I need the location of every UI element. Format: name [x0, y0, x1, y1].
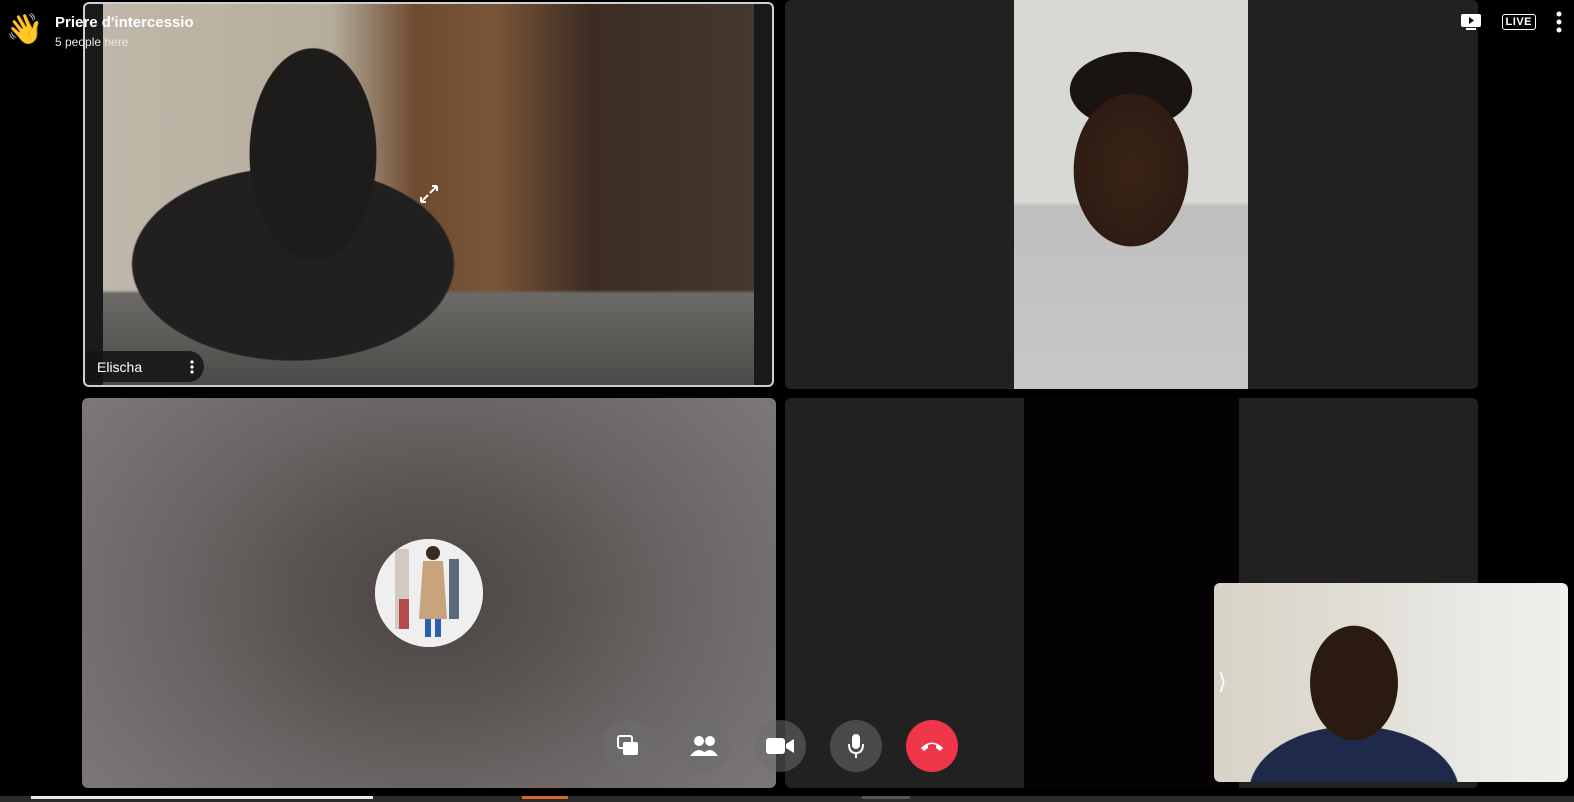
participant-name: Elischa — [97, 358, 143, 375]
end-call-button[interactable] — [906, 720, 958, 772]
top-right-toolbar: LIVE — [1460, 0, 1574, 44]
taskbar-item[interactable] — [31, 796, 373, 799]
taskbar — [0, 796, 1574, 802]
participant-video — [1024, 398, 1239, 788]
live-badge: LIVE — [1501, 14, 1536, 30]
switch-view-button[interactable] — [602, 720, 654, 772]
more-options-button[interactable] — [1556, 11, 1562, 33]
taskbar-item[interactable] — [862, 796, 910, 799]
participant-more-icon[interactable] — [190, 359, 194, 374]
wave-emoji-icon: 👋 — [6, 13, 44, 46]
more-vert-icon — [1556, 11, 1562, 33]
microphone-button[interactable] — [830, 720, 882, 772]
call-title: Priere d'intercessio — [55, 14, 194, 31]
camera-icon — [766, 738, 794, 754]
participant-tile[interactable] — [785, 0, 1478, 389]
live-button[interactable]: LIVE — [1501, 14, 1536, 30]
participant-video — [1014, 0, 1248, 389]
end-call-icon — [921, 742, 943, 751]
avatar — [375, 539, 483, 647]
screen-share-icon — [1460, 14, 1481, 30]
taskbar-item[interactable] — [522, 796, 568, 799]
expand-icon[interactable] — [417, 182, 441, 206]
participant-tile-elischa[interactable]: Elischa — [83, 2, 774, 387]
switch-view-icon — [617, 735, 638, 755]
collapse-self-view-icon[interactable]: ⟩ — [1218, 669, 1227, 695]
call-header: 👋 Priere d'intercessio 5 people here — [0, 0, 300, 56]
participants-button[interactable] — [678, 720, 730, 772]
avatar-photo — [375, 539, 483, 647]
participant-count: 5 people here — [55, 35, 129, 49]
screen-share-button[interactable] — [1460, 13, 1482, 31]
self-view-video[interactable]: ⟩ — [1214, 583, 1568, 782]
participants-icon — [690, 736, 718, 756]
microphone-icon — [848, 734, 864, 758]
camera-button[interactable] — [754, 720, 806, 772]
call-controls — [602, 720, 958, 772]
participant-name-pill: Elischa — [86, 351, 204, 382]
